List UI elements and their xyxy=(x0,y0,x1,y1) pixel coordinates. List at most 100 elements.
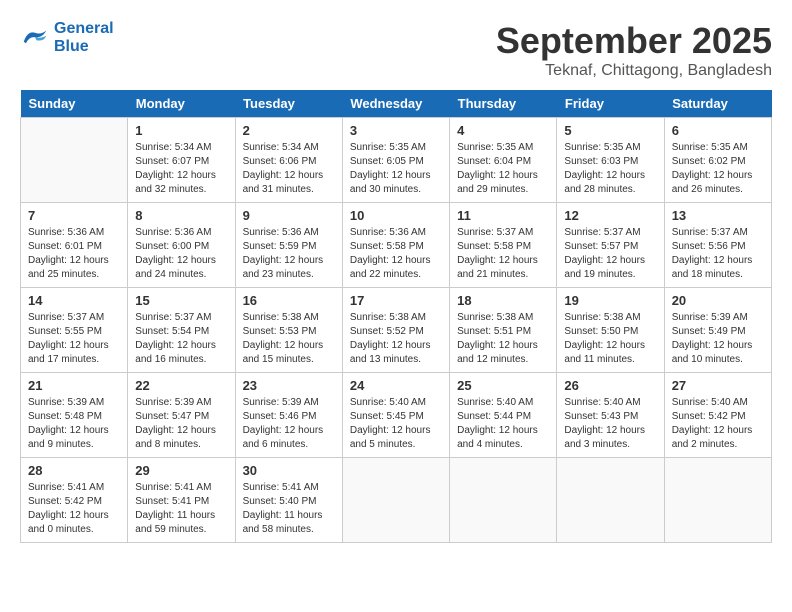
day-number: 29 xyxy=(135,463,227,478)
calendar-cell: 5 Sunrise: 5:35 AM Sunset: 6:03 PM Daylig… xyxy=(557,118,664,203)
day-number: 25 xyxy=(457,378,549,393)
day-number: 19 xyxy=(564,293,656,308)
day-number: 9 xyxy=(243,208,335,223)
day-info: Sunrise: 5:41 AM Sunset: 5:42 PM Dayligh… xyxy=(28,481,120,537)
weekday-header-tuesday: Tuesday xyxy=(235,90,342,118)
calendar-week-5: 28 Sunrise: 5:41 AM Sunset: 5:42 PM Dayli… xyxy=(21,458,772,543)
calendar-cell xyxy=(664,458,771,543)
day-info: Sunrise: 5:39 AM Sunset: 5:48 PM Dayligh… xyxy=(28,396,120,452)
calendar-cell: 23 Sunrise: 5:39 AM Sunset: 5:46 PM Dayli… xyxy=(235,373,342,458)
day-info: Sunrise: 5:40 AM Sunset: 5:45 PM Dayligh… xyxy=(350,396,442,452)
day-number: 26 xyxy=(564,378,656,393)
day-number: 1 xyxy=(135,123,227,138)
day-number: 14 xyxy=(28,293,120,308)
weekday-header-sunday: Sunday xyxy=(21,90,128,118)
calendar-cell: 7 Sunrise: 5:36 AM Sunset: 6:01 PM Daylig… xyxy=(21,203,128,288)
day-number: 18 xyxy=(457,293,549,308)
day-info: Sunrise: 5:39 AM Sunset: 5:47 PM Dayligh… xyxy=(135,396,227,452)
day-info: Sunrise: 5:34 AM Sunset: 6:06 PM Dayligh… xyxy=(243,141,335,197)
calendar-cell xyxy=(450,458,557,543)
day-number: 3 xyxy=(350,123,442,138)
calendar-cell: 25 Sunrise: 5:40 AM Sunset: 5:44 PM Dayli… xyxy=(450,373,557,458)
calendar-cell: 6 Sunrise: 5:35 AM Sunset: 6:02 PM Daylig… xyxy=(664,118,771,203)
day-info: Sunrise: 5:36 AM Sunset: 5:59 PM Dayligh… xyxy=(243,226,335,282)
title-section: September 2025 Teknaf, Chittagong, Bangl… xyxy=(496,20,772,80)
day-number: 2 xyxy=(243,123,335,138)
calendar-week-2: 7 Sunrise: 5:36 AM Sunset: 6:01 PM Daylig… xyxy=(21,203,772,288)
weekday-header-thursday: Thursday xyxy=(450,90,557,118)
calendar-cell: 24 Sunrise: 5:40 AM Sunset: 5:45 PM Dayli… xyxy=(342,373,449,458)
day-number: 10 xyxy=(350,208,442,223)
day-number: 4 xyxy=(457,123,549,138)
calendar-cell: 1 Sunrise: 5:34 AM Sunset: 6:07 PM Daylig… xyxy=(128,118,235,203)
day-info: Sunrise: 5:37 AM Sunset: 5:56 PM Dayligh… xyxy=(672,226,764,282)
day-number: 23 xyxy=(243,378,335,393)
day-info: Sunrise: 5:39 AM Sunset: 5:46 PM Dayligh… xyxy=(243,396,335,452)
day-number: 8 xyxy=(135,208,227,223)
calendar-cell: 21 Sunrise: 5:39 AM Sunset: 5:48 PM Dayli… xyxy=(21,373,128,458)
calendar-cell: 15Sunrise: 5:37 AM Sunset: 5:54 PM Dayli… xyxy=(128,288,235,373)
day-info: Sunrise: 5:40 AM Sunset: 5:44 PM Dayligh… xyxy=(457,396,549,452)
day-info: Sunrise: 5:35 AM Sunset: 6:03 PM Dayligh… xyxy=(564,141,656,197)
day-number: 12 xyxy=(564,208,656,223)
day-number: 7 xyxy=(28,208,120,223)
day-number: 16 xyxy=(243,293,335,308)
day-info: Sunrise: 5:37 AM Sunset: 5:57 PM Dayligh… xyxy=(564,226,656,282)
calendar-week-1: 1 Sunrise: 5:34 AM Sunset: 6:07 PM Daylig… xyxy=(21,118,772,203)
calendar-cell: 11 Sunrise: 5:37 AM Sunset: 5:58 PM Dayli… xyxy=(450,203,557,288)
calendar-cell: 19Sunrise: 5:38 AM Sunset: 5:50 PM Dayli… xyxy=(557,288,664,373)
day-number: 21 xyxy=(28,378,120,393)
day-info: Sunrise: 5:38 AM Sunset: 5:51 PM Dayligh… xyxy=(457,311,549,367)
calendar-subtitle: Teknaf, Chittagong, Bangladesh xyxy=(496,62,772,80)
day-info: Sunrise: 5:36 AM Sunset: 5:58 PM Dayligh… xyxy=(350,226,442,282)
calendar-cell: 2 Sunrise: 5:34 AM Sunset: 6:06 PM Daylig… xyxy=(235,118,342,203)
day-info: Sunrise: 5:36 AM Sunset: 6:00 PM Dayligh… xyxy=(135,226,227,282)
day-info: Sunrise: 5:39 AM Sunset: 5:49 PM Dayligh… xyxy=(672,311,764,367)
calendar-cell: 8 Sunrise: 5:36 AM Sunset: 6:00 PM Daylig… xyxy=(128,203,235,288)
calendar-cell: 4Sunrise: 5:35 AM Sunset: 6:04 PM Daylig… xyxy=(450,118,557,203)
day-info: Sunrise: 5:37 AM Sunset: 5:55 PM Dayligh… xyxy=(28,311,120,367)
calendar-cell: 29 Sunrise: 5:41 AM Sunset: 5:41 PM Dayli… xyxy=(128,458,235,543)
day-number: 13 xyxy=(672,208,764,223)
day-number: 30 xyxy=(243,463,335,478)
day-info: Sunrise: 5:36 AM Sunset: 6:01 PM Dayligh… xyxy=(28,226,120,282)
day-info: Sunrise: 5:34 AM Sunset: 6:07 PM Dayligh… xyxy=(135,141,227,197)
calendar-table: SundayMondayTuesdayWednesdayThursdayFrid… xyxy=(20,90,772,543)
day-info: Sunrise: 5:35 AM Sunset: 6:02 PM Dayligh… xyxy=(672,141,764,197)
calendar-title: September 2025 xyxy=(496,20,772,62)
calendar-week-3: 14 Sunrise: 5:37 AM Sunset: 5:55 PM Dayli… xyxy=(21,288,772,373)
day-number: 20 xyxy=(672,293,764,308)
logo: General Blue xyxy=(20,20,114,56)
calendar-cell: 26 Sunrise: 5:40 AM Sunset: 5:43 PM Dayli… xyxy=(557,373,664,458)
weekday-header-wednesday: Wednesday xyxy=(342,90,449,118)
calendar-cell: 3 Sunrise: 5:35 AM Sunset: 6:05 PM Daylig… xyxy=(342,118,449,203)
calendar-cell: 13 Sunrise: 5:37 AM Sunset: 5:56 PM Dayli… xyxy=(664,203,771,288)
day-number: 15 xyxy=(135,293,227,308)
calendar-cell: 14 Sunrise: 5:37 AM Sunset: 5:55 PM Dayli… xyxy=(21,288,128,373)
day-info: Sunrise: 5:41 AM Sunset: 5:40 PM Dayligh… xyxy=(243,481,335,537)
logo-text: General Blue xyxy=(54,20,114,56)
day-info: Sunrise: 5:40 AM Sunset: 5:43 PM Dayligh… xyxy=(564,396,656,452)
day-info: Sunrise: 5:41 AM Sunset: 5:41 PM Dayligh… xyxy=(135,481,227,537)
day-info: Sunrise: 5:37 AM Sunset: 5:58 PM Dayligh… xyxy=(457,226,549,282)
day-number: 27 xyxy=(672,378,764,393)
weekday-header-row: SundayMondayTuesdayWednesdayThursdayFrid… xyxy=(21,90,772,118)
weekday-header-saturday: Saturday xyxy=(664,90,771,118)
calendar-cell xyxy=(21,118,128,203)
day-number: 24 xyxy=(350,378,442,393)
header: General Blue September 2025 Teknaf, Chit… xyxy=(20,20,772,80)
calendar-cell: 18 Sunrise: 5:38 AM Sunset: 5:51 PM Dayli… xyxy=(450,288,557,373)
calendar-cell: 22Sunrise: 5:39 AM Sunset: 5:47 PM Dayli… xyxy=(128,373,235,458)
day-info: Sunrise: 5:35 AM Sunset: 6:05 PM Dayligh… xyxy=(350,141,442,197)
day-number: 5 xyxy=(564,123,656,138)
day-number: 28 xyxy=(28,463,120,478)
calendar-cell xyxy=(557,458,664,543)
day-number: 6 xyxy=(672,123,764,138)
weekday-header-monday: Monday xyxy=(128,90,235,118)
day-info: Sunrise: 5:40 AM Sunset: 5:42 PM Dayligh… xyxy=(672,396,764,452)
calendar-cell: 9 Sunrise: 5:36 AM Sunset: 5:59 PM Daylig… xyxy=(235,203,342,288)
day-number: 11 xyxy=(457,208,549,223)
calendar-cell xyxy=(342,458,449,543)
day-number: 17 xyxy=(350,293,442,308)
calendar-cell: 27 Sunrise: 5:40 AM Sunset: 5:42 PM Dayli… xyxy=(664,373,771,458)
